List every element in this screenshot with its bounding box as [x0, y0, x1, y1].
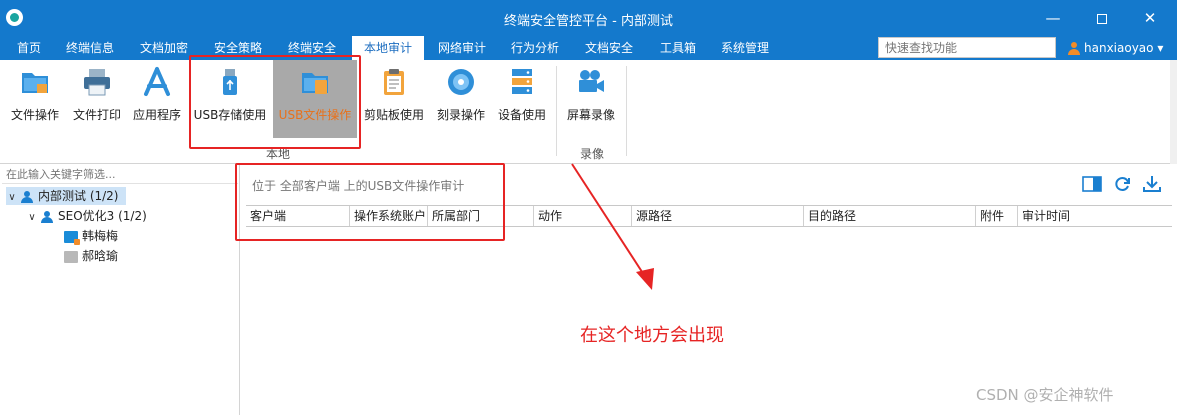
ribbon-label: 应用程序 [132, 108, 181, 122]
menu-item-network-audit[interactable]: 网络审计 [430, 36, 494, 60]
window-title: 终端安全管控平台 - 内部测试 [504, 14, 673, 29]
expand-caret-icon[interactable]: ∨ [26, 209, 38, 227]
annotation-arrow-icon [571, 163, 654, 290]
ribbon-clipboard-button[interactable]: 剪贴板使用 [362, 60, 426, 138]
ribbon-label: 文件打印 [72, 108, 121, 122]
maximize-icon [1097, 13, 1107, 24]
group-icon [21, 190, 35, 203]
menu-item-doc-encrypt[interactable]: 文档加密 [132, 36, 196, 60]
tree-item-label: SEO优化3 (1/2) [58, 209, 147, 223]
tree-item-label: 郝晗瑜 [82, 249, 119, 263]
user-menu[interactable]: hanxiaoyao ▾ [1068, 36, 1163, 60]
column-layout-icon[interactable] [1082, 175, 1102, 193]
watermark: CSDN @安企神软件 [976, 386, 1114, 404]
chevron-down-icon: ▾ [1157, 41, 1164, 55]
ribbon-label: 刻录操作 [436, 108, 485, 122]
printer-icon [81, 66, 113, 98]
menu-item-toolbox[interactable]: 工具箱 [652, 36, 704, 60]
tree-item-label: 内部测试 (1/2) [38, 189, 119, 203]
ribbon-file-print-button[interactable]: 文件打印 [68, 60, 126, 138]
column-header-destination-path[interactable]: 目的路径 [804, 206, 976, 226]
column-header-audit-time[interactable]: 审计时间 [1018, 206, 1172, 226]
ribbon-file-operation-button[interactable]: 文件操作 [6, 60, 64, 138]
menu-item-home[interactable]: 首页 [6, 36, 52, 60]
highlight-box-ribbon [189, 55, 361, 149]
server-icon [506, 66, 538, 98]
ribbon-label: 剪贴板使用 [363, 108, 424, 122]
refresh-icon[interactable] [1112, 175, 1132, 193]
tree-item-group[interactable]: ∨ SEO优化3 (1/2) [26, 207, 166, 225]
close-button[interactable]: ✕ [1135, 6, 1165, 30]
menu-item-doc-security[interactable]: 文档安全 [577, 36, 641, 60]
column-header-attachment[interactable]: 附件 [976, 206, 1018, 226]
ribbon-screen-record-button[interactable]: 屏幕录像 [562, 60, 620, 138]
group-icon [41, 210, 55, 223]
quick-search-input[interactable] [878, 37, 1056, 58]
menu-item-system-admin[interactable]: 系统管理 [713, 36, 777, 60]
tree-item-label: 韩梅梅 [82, 229, 119, 243]
clipboard-icon [378, 66, 410, 98]
menu-item-local-audit[interactable]: 本地审计 [352, 36, 424, 60]
computer-online-icon [64, 230, 80, 245]
ribbon-group-divider [556, 66, 557, 156]
highlight-box-grid [235, 163, 505, 241]
video-camera-icon [575, 66, 607, 98]
user-icon [1068, 42, 1080, 55]
ribbon-device-usage-button[interactable]: 设备使用 [493, 60, 551, 138]
ribbon-scrollbar[interactable] [1170, 60, 1177, 164]
app-store-icon [141, 66, 173, 98]
title-bar: 终端安全管控平台 - 内部测试 — ✕ [0, 0, 1177, 36]
ribbon-label: 设备使用 [497, 108, 546, 122]
disc-icon [445, 66, 477, 98]
minimize-button[interactable]: — [1038, 6, 1068, 30]
folder-icon [19, 66, 51, 98]
annotation-text: 在这个地方会出现 [580, 325, 724, 346]
computer-offline-icon [64, 250, 78, 263]
ribbon-label: 文件操作 [10, 108, 59, 122]
user-name: hanxiaoyao [1084, 41, 1154, 55]
ribbon-application-button[interactable]: 应用程序 [128, 60, 186, 138]
menu-item-terminal-info[interactable]: 终端信息 [58, 36, 122, 60]
ribbon-group-divider [626, 66, 627, 156]
expand-caret-icon[interactable]: ∨ [6, 189, 18, 207]
tree-item-client[interactable]: 郝晗瑜 [64, 247, 164, 265]
tree-filter-input[interactable] [2, 166, 238, 184]
download-icon[interactable] [1142, 175, 1162, 193]
tree-item-root[interactable]: ∨ 内部测试 (1/2) [6, 187, 126, 205]
menu-item-behavior-analysis[interactable]: 行为分析 [503, 36, 567, 60]
maximize-button[interactable] [1087, 6, 1117, 30]
ribbon-label: 屏幕录像 [566, 108, 615, 122]
ribbon-burn-operation-button[interactable]: 刻录操作 [432, 60, 490, 138]
tree-item-client[interactable]: 韩梅梅 [64, 227, 164, 245]
